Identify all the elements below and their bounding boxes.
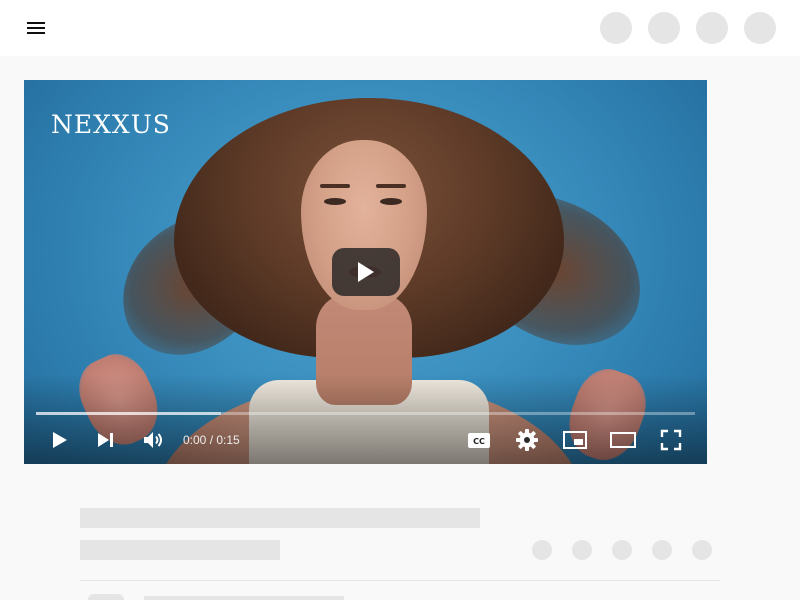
skip-next-icon	[98, 433, 113, 447]
video-frame-face	[380, 198, 402, 205]
action-placeholder	[612, 540, 632, 560]
video-frame-face	[376, 184, 406, 188]
video-frame-face	[324, 198, 346, 205]
play-icon	[53, 432, 67, 448]
captions-button[interactable]: CC	[465, 426, 493, 454]
miniplayer-button[interactable]	[561, 426, 589, 454]
video-frame-face	[320, 184, 350, 188]
volume-icon	[144, 432, 162, 448]
avatar-placeholder[interactable]	[744, 12, 776, 44]
next-button[interactable]	[92, 426, 120, 454]
avatar-placeholder	[88, 594, 124, 600]
progress-bar[interactable]	[36, 412, 695, 415]
time-display: 0:00 / 0:15	[183, 433, 240, 447]
action-placeholder	[572, 540, 592, 560]
action-placeholder	[692, 540, 712, 560]
action-placeholder	[532, 540, 552, 560]
gear-icon	[516, 429, 538, 451]
theater-mode-button[interactable]	[609, 426, 637, 454]
controls-gradient	[24, 374, 707, 464]
brand-logo: NEXXUS	[51, 110, 171, 139]
masthead	[0, 0, 800, 56]
miniplayer-icon	[563, 431, 587, 449]
settings-button[interactable]	[513, 426, 541, 454]
video-player[interactable]: NEXXUS 0:00 / 0:15 CC	[24, 80, 707, 464]
header-placeholder-button[interactable]	[648, 12, 680, 44]
captions-icon: CC	[468, 433, 490, 448]
header-placeholder-button[interactable]	[696, 12, 728, 44]
play-button[interactable]	[45, 426, 73, 454]
progress-loaded	[36, 412, 221, 415]
svg-text:CC: CC	[473, 437, 485, 446]
play-icon	[358, 262, 374, 282]
divider	[80, 580, 720, 581]
big-play-button[interactable]	[332, 248, 400, 296]
fullscreen-icon	[660, 429, 682, 451]
description-placeholder	[144, 596, 344, 600]
volume-button[interactable]	[139, 426, 167, 454]
action-placeholder	[652, 540, 672, 560]
fullscreen-button[interactable]	[657, 426, 685, 454]
header-placeholder-button[interactable]	[600, 12, 632, 44]
theater-mode-icon	[610, 432, 636, 448]
channel-placeholder	[80, 540, 280, 560]
hamburger-menu-icon[interactable]	[24, 16, 48, 40]
title-placeholder	[80, 508, 480, 528]
